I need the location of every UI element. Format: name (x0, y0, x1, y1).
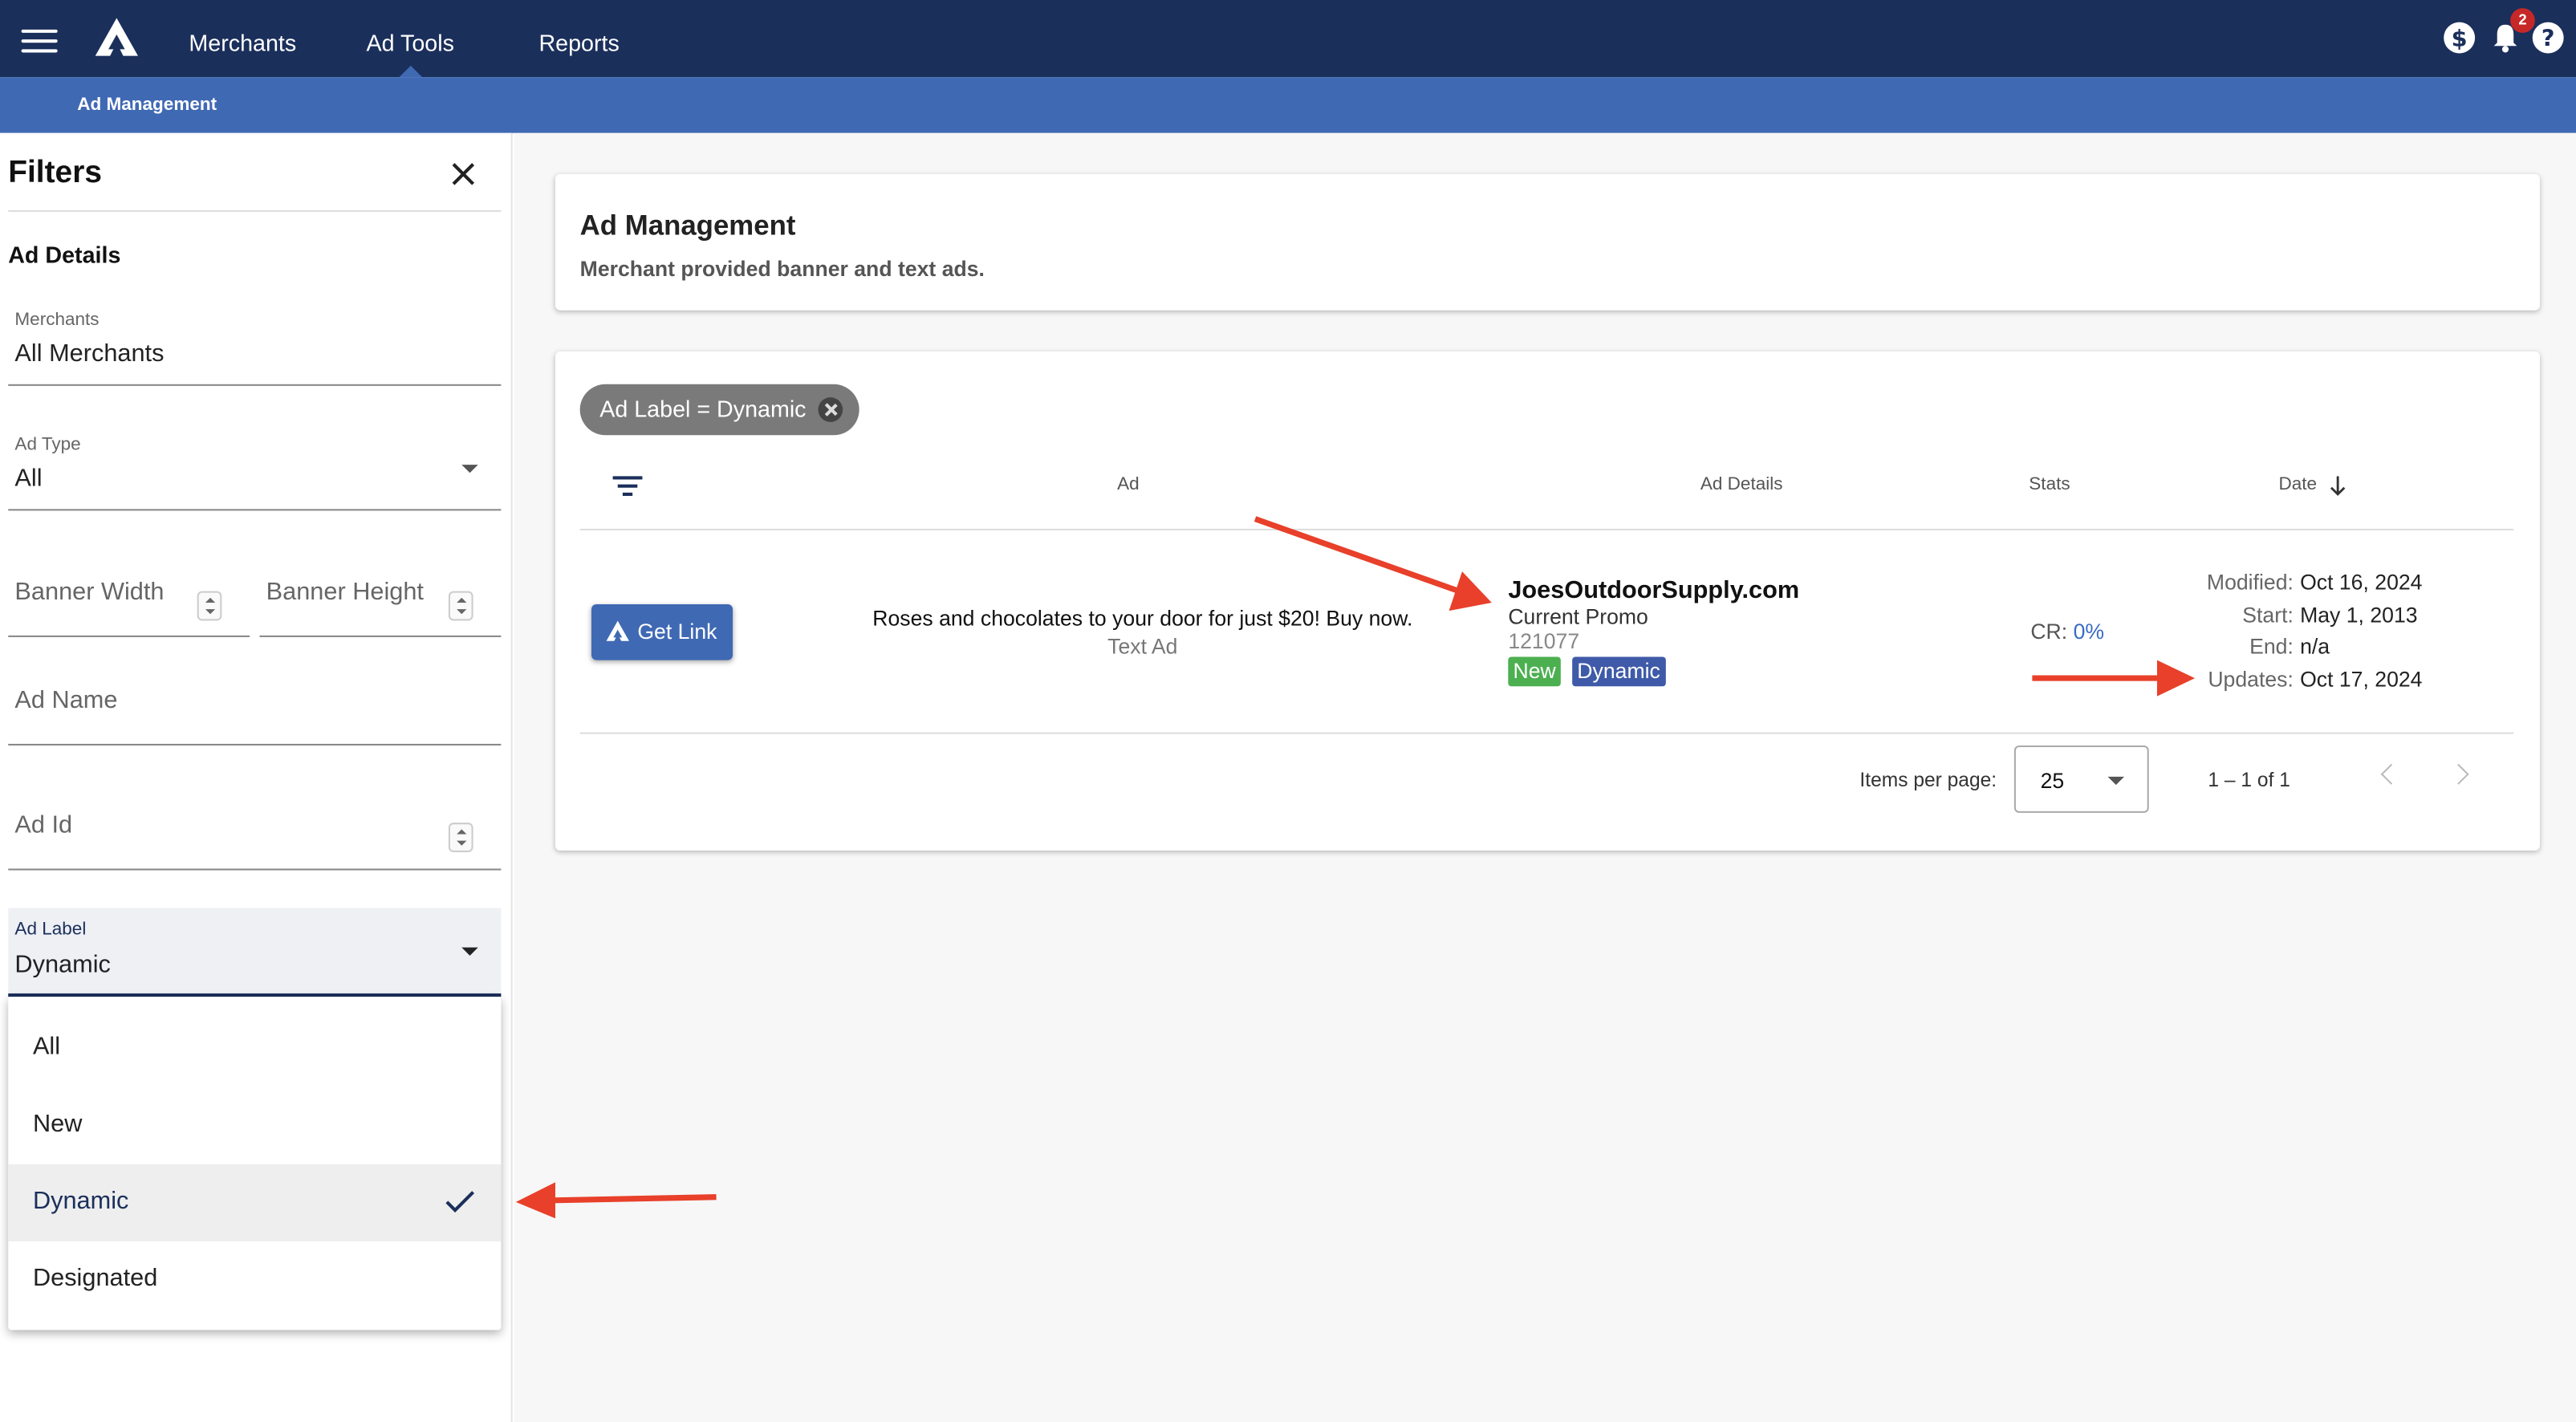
annotation-arrow-dynamic-option (515, 1182, 717, 1219)
annotation-arrow-merchant (1253, 516, 1492, 611)
annotation-arrows (515, 516, 2196, 1219)
annotation-arrow-updates (2032, 660, 2196, 697)
